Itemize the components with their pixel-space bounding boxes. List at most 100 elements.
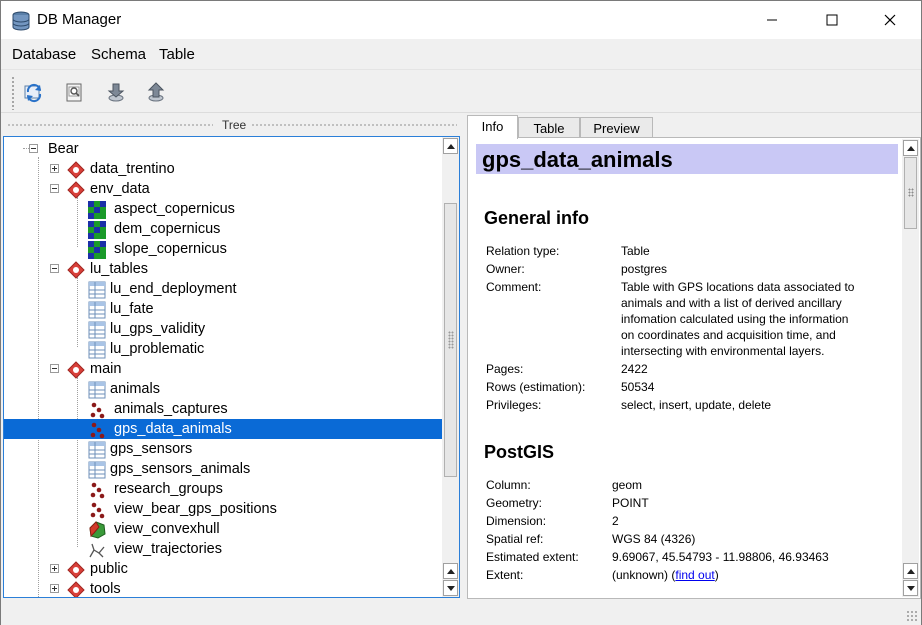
arrow-down-icon: [906, 585, 915, 591]
tree-item-gps-sensors[interactable]: gps_sensors: [4, 439, 442, 459]
tab-table[interactable]: Table: [518, 117, 580, 138]
point-layer-icon: [90, 482, 105, 499]
field-value: geom: [612, 478, 643, 492]
export-layer-button[interactable]: [142, 78, 170, 106]
tree-item-view-convexhull[interactable]: view_convexhull: [4, 519, 442, 539]
field-value: 2: [612, 514, 619, 528]
import-layer-icon: [107, 83, 125, 102]
scroll-down-button[interactable]: [903, 580, 918, 596]
tree-item-label: tools: [90, 581, 121, 597]
tree-item-animals-captures[interactable]: animals_captures: [4, 399, 442, 419]
dock-grip-right: [251, 123, 457, 128]
point-layer-icon: [90, 422, 105, 439]
table-icon: [88, 441, 106, 459]
tree-item-animals[interactable]: animals: [4, 379, 442, 399]
tree-item-label: animals: [110, 381, 160, 397]
find-out-link[interactable]: find out: [675, 568, 714, 582]
extent-value: (unknown): [612, 568, 669, 582]
maximize-icon: [826, 14, 838, 26]
tree-item-label: view_convexhull: [114, 521, 220, 537]
tree-dock-header[interactable]: Tree: [3, 117, 459, 135]
field-value: POINT: [612, 496, 649, 510]
minimize-button[interactable]: [743, 1, 801, 39]
schema-icon: [67, 261, 85, 279]
collapse-toggle[interactable]: [50, 184, 59, 193]
tree-item-env-data[interactable]: env_data: [4, 179, 442, 199]
toolbar: [1, 69, 921, 113]
tree-item-tools[interactable]: tools: [4, 579, 442, 597]
toolbar-divider: [1, 112, 921, 113]
scroll-down-button[interactable]: [443, 580, 458, 596]
sql-window-button[interactable]: [60, 78, 88, 106]
tree-item-research-groups[interactable]: research_groups: [4, 479, 442, 499]
scroll-thumb[interactable]: [904, 157, 917, 229]
tree-item-view-trajectories[interactable]: view_trajectories: [4, 539, 442, 559]
tree-item-lu-problematic[interactable]: lu_problematic: [4, 339, 442, 359]
tree-item-slope-copernicus[interactable]: slope_copernicus: [4, 239, 442, 259]
table-icon: [88, 461, 106, 479]
comment-line: Table with GPS locations data associated…: [621, 280, 855, 294]
field-label: Column:: [486, 478, 531, 492]
tree-item-lu-tables[interactable]: lu_tables: [4, 259, 442, 279]
tree-item-lu-gps-validity[interactable]: lu_gps_validity: [4, 319, 442, 339]
tree-item-bear[interactable]: Bear: [4, 139, 442, 159]
expand-toggle[interactable]: [50, 164, 59, 173]
table-icon: [88, 381, 106, 399]
close-button[interactable]: [861, 1, 919, 39]
expand-toggle[interactable]: [50, 584, 59, 593]
table-icon: [88, 301, 106, 319]
tree-item-label: animals_captures: [114, 401, 228, 417]
tree-item-aspect-copernicus[interactable]: aspect_copernicus: [4, 199, 442, 219]
sql-window-icon: [66, 83, 82, 102]
tree-item-label: lu_tables: [90, 261, 149, 277]
table-icon: [88, 281, 106, 299]
toolbar-grip[interactable]: [11, 76, 16, 110]
splitter-handle[interactable]: [448, 331, 454, 349]
field-label: Privileges:: [486, 398, 542, 412]
field-label: Pages:: [486, 362, 524, 376]
tree-item-view-bear-gps-positions[interactable]: view_bear_gps_positions: [4, 499, 442, 519]
refresh-button[interactable]: [20, 78, 48, 106]
tree-item-label: gps_sensors_animals: [110, 461, 251, 477]
tree-item-data-trentino[interactable]: data_trentino: [4, 159, 442, 179]
tree-item-dem-copernicus[interactable]: dem_copernicus: [4, 219, 442, 239]
menu-table[interactable]: Table: [159, 46, 195, 63]
tree-item-main[interactable]: main: [4, 359, 442, 379]
tree-view[interactable]: Bear data_trentino env_data aspect_coper…: [3, 136, 460, 598]
field-value: 9.69067, 45.54793 - 11.98806, 46.93463: [612, 550, 829, 564]
arrow-down-icon: [446, 585, 455, 591]
menu-schema[interactable]: Schema: [91, 46, 146, 63]
tree-item-public[interactable]: public: [4, 559, 442, 579]
field-label: Extent:: [486, 568, 524, 582]
field-label: Dimension:: [486, 514, 547, 528]
field-label: Estimated extent:: [486, 550, 579, 564]
tab-preview[interactable]: Preview: [580, 117, 653, 138]
schema-icon: [67, 181, 85, 199]
scroll-up-button[interactable]: [903, 140, 918, 156]
schema-icon: [67, 581, 85, 597]
menu-database[interactable]: Database: [12, 46, 76, 63]
tree-item-gps-data-animals[interactable]: gps_data_animals: [4, 419, 442, 439]
collapse-toggle[interactable]: [50, 364, 59, 373]
scroll-up-button-lower[interactable]: [903, 563, 918, 579]
tree-scrollbar[interactable]: [442, 137, 459, 597]
tree-item-lu-end-deployment[interactable]: lu_end_deployment: [4, 279, 442, 299]
maximize-button[interactable]: [803, 1, 861, 39]
scroll-up-button[interactable]: [443, 138, 458, 154]
collapse-toggle[interactable]: [29, 144, 38, 153]
collapse-toggle[interactable]: [50, 264, 59, 273]
export-layer-icon: [147, 82, 165, 102]
title-bar[interactable]: DB Manager: [1, 1, 921, 39]
tab-info[interactable]: Info: [467, 115, 518, 139]
scroll-up-button-lower[interactable]: [443, 563, 458, 579]
tree-item-gps-sensors-animals[interactable]: gps_sensors_animals: [4, 459, 442, 479]
resize-grip[interactable]: [906, 610, 918, 622]
info-scrollbar[interactable]: [902, 139, 919, 597]
arrow-up-icon: [906, 145, 915, 151]
field-label: Geometry:: [486, 496, 543, 510]
import-layer-button[interactable]: [102, 78, 130, 106]
tree-item-label: lu_end_deployment: [110, 281, 237, 297]
expand-toggle[interactable]: [50, 564, 59, 573]
field-value: (unknown) (find out): [612, 568, 719, 582]
tree-item-lu-fate[interactable]: lu_fate: [4, 299, 442, 319]
